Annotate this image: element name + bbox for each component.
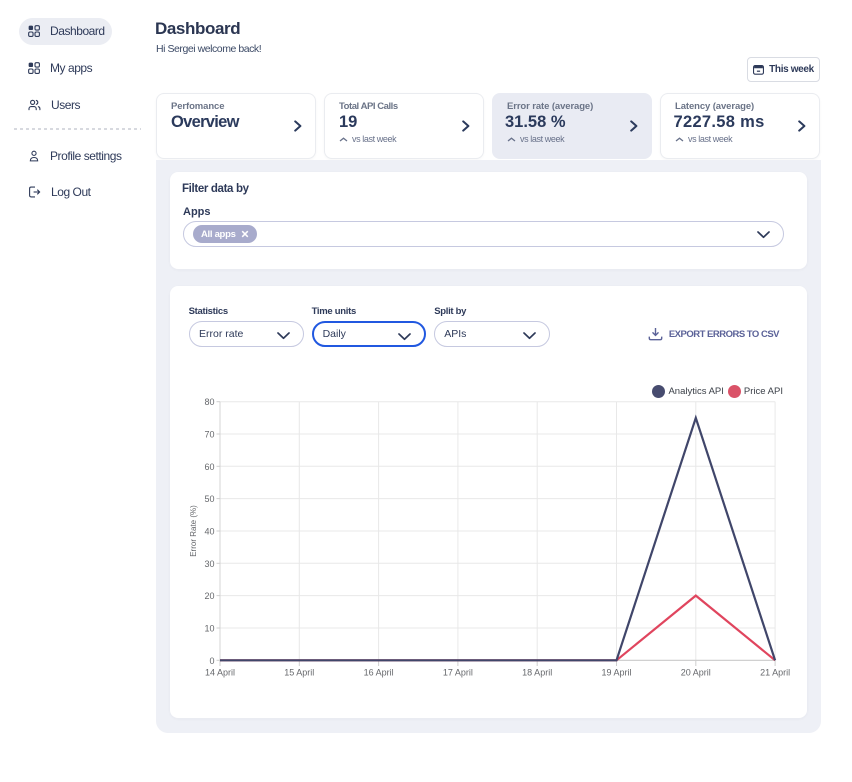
svg-text:18 April: 18 April <box>522 668 552 678</box>
svg-text:10: 10 <box>204 624 214 634</box>
svg-text:Error Rate (%): Error Rate (%) <box>189 505 198 557</box>
svg-text:15 April: 15 April <box>284 668 314 678</box>
svg-text:19 April: 19 April <box>601 668 631 678</box>
svg-text:60: 60 <box>204 462 214 472</box>
svg-text:70: 70 <box>204 430 214 440</box>
svg-text:20: 20 <box>204 591 214 601</box>
svg-text:80: 80 <box>204 397 214 407</box>
svg-text:17 April: 17 April <box>443 668 473 678</box>
svg-text:30: 30 <box>204 559 214 569</box>
svg-text:16 April: 16 April <box>364 668 394 678</box>
svg-text:50: 50 <box>204 494 214 504</box>
svg-text:0: 0 <box>209 656 214 666</box>
svg-text:40: 40 <box>204 527 214 537</box>
svg-text:21 April: 21 April <box>760 668 790 678</box>
svg-text:20 April: 20 April <box>681 668 711 678</box>
svg-text:14 April: 14 April <box>205 668 235 678</box>
